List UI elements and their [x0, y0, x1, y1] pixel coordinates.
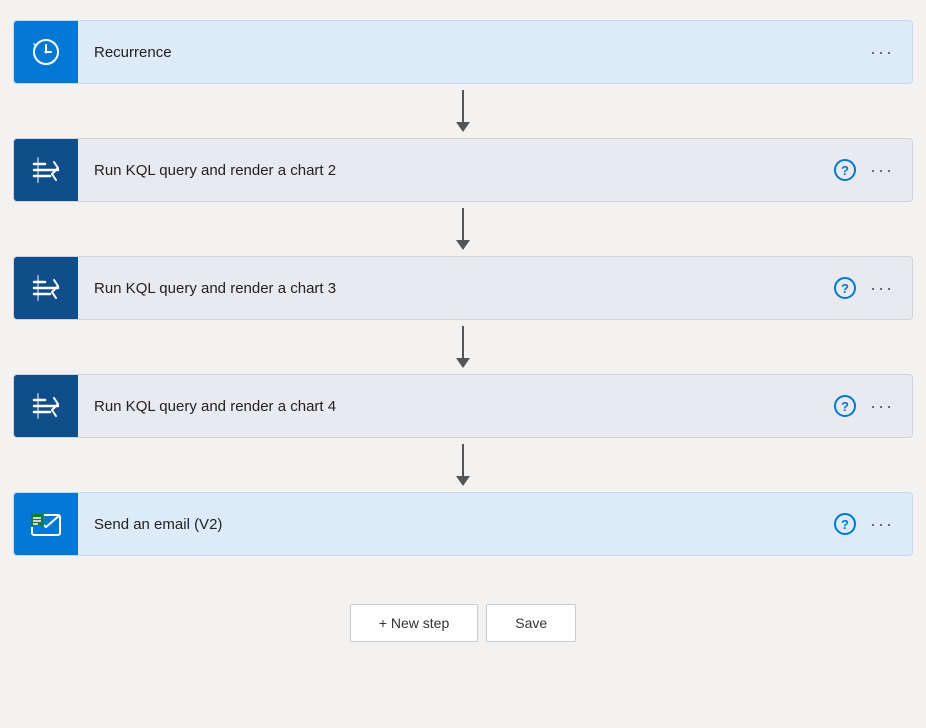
step-actions-kql3: ? ···	[834, 274, 912, 303]
step-actions-email: ? ···	[834, 510, 912, 539]
step-label-email: Send an email (V2)	[78, 516, 834, 533]
arrow-head	[456, 358, 470, 368]
arrow-connector-3	[456, 438, 470, 492]
step-card-kql3[interactable]: Run KQL query and render a chart 3? ···	[13, 256, 913, 320]
more-icon-kql2[interactable]: ···	[866, 156, 898, 185]
arrow-head	[456, 240, 470, 250]
more-icon-email[interactable]: ···	[866, 510, 898, 539]
step-label-kql4: Run KQL query and render a chart 4	[78, 398, 834, 415]
step-card-kql2[interactable]: Run KQL query and render a chart 2? ···	[13, 138, 913, 202]
step-card-recurrence[interactable]: Recurrence···	[13, 20, 913, 84]
flow-container: Recurrence··· Run KQL query and render a…	[13, 20, 913, 556]
step-actions-recurrence: ···	[866, 38, 912, 67]
arrow-line	[462, 90, 464, 122]
bottom-actions: + New step Save	[350, 604, 576, 642]
step-label-kql3: Run KQL query and render a chart 3	[78, 280, 834, 297]
step-icon-recurrence	[14, 20, 78, 84]
arrow-connector-1	[456, 202, 470, 256]
arrow-connector-2	[456, 320, 470, 374]
step-card-email[interactable]: E Send an email (V2)? ···	[13, 492, 913, 556]
arrow-line	[462, 326, 464, 358]
arrow-connector-0	[456, 84, 470, 138]
step-label-kql2: Run KQL query and render a chart 2	[78, 162, 834, 179]
arrow-line	[462, 208, 464, 240]
step-icon-kql2	[14, 138, 78, 202]
more-icon-recurrence[interactable]: ···	[866, 38, 898, 67]
step-actions-kql4: ? ···	[834, 392, 912, 421]
step-label-recurrence: Recurrence	[78, 44, 866, 61]
step-icon-kql4	[14, 374, 78, 438]
save-button[interactable]: Save	[486, 604, 576, 642]
step-icon-email: E	[14, 492, 78, 556]
arrow-head	[456, 122, 470, 132]
help-icon-email[interactable]: ?	[834, 513, 856, 535]
help-icon-kql3[interactable]: ?	[834, 277, 856, 299]
step-actions-kql2: ? ···	[834, 156, 912, 185]
more-icon-kql4[interactable]: ···	[866, 392, 898, 421]
step-icon-kql3	[14, 256, 78, 320]
arrow-line	[462, 444, 464, 476]
more-icon-kql3[interactable]: ···	[866, 274, 898, 303]
step-card-kql4[interactable]: Run KQL query and render a chart 4? ···	[13, 374, 913, 438]
help-icon-kql2[interactable]: ?	[834, 159, 856, 181]
new-step-button[interactable]: + New step	[350, 604, 478, 642]
arrow-head	[456, 476, 470, 486]
help-icon-kql4[interactable]: ?	[834, 395, 856, 417]
